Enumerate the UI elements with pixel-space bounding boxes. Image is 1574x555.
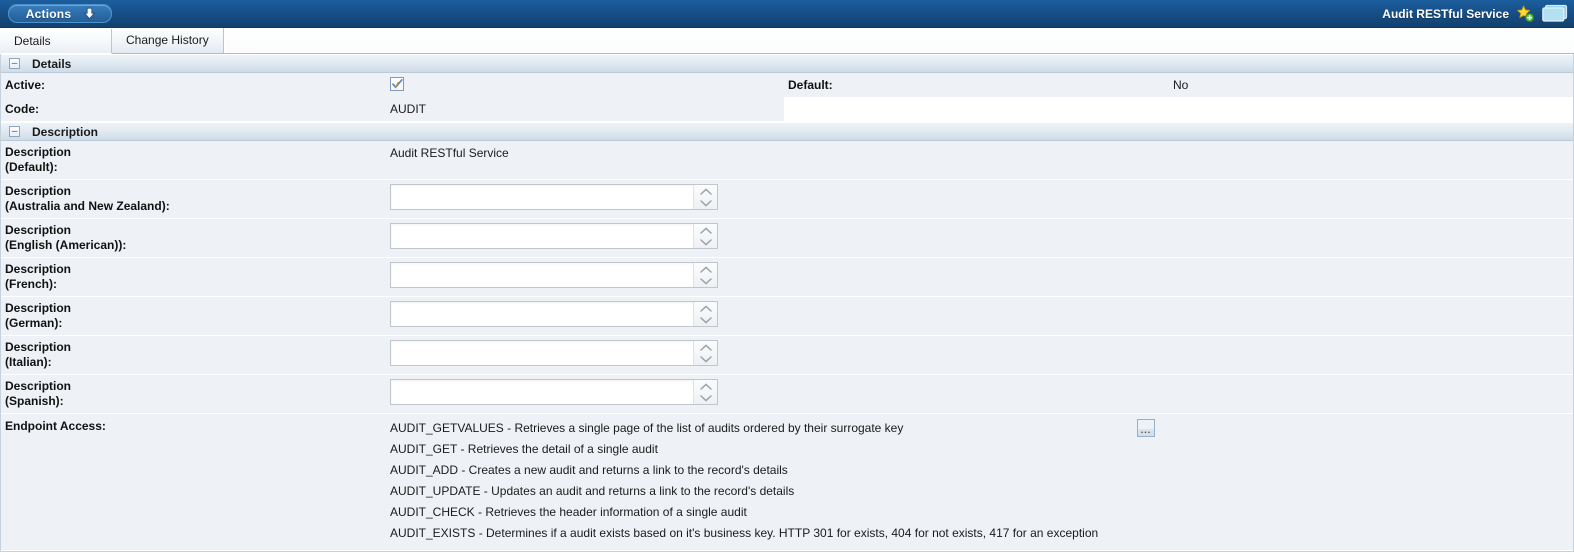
description-en-us-input-wrap <box>390 223 718 249</box>
arrow-down-icon <box>83 7 96 20</box>
description-italian-input-wrap <box>390 340 718 366</box>
description-french-input-wrap <box>390 262 718 288</box>
tab-filler <box>224 28 1574 53</box>
chevron-up-icon <box>699 187 712 195</box>
top-toolbar: Actions Audit RESTful Service <box>0 0 1574 28</box>
endpoint-line: AUDIT_ADD - Creates a new audit and retu… <box>390 463 788 477</box>
details-form: – Details Active: Default: No Code: AUDI… <box>0 54 1574 551</box>
row-description-german: Description (German): <box>1 297 1573 336</box>
ellipsis-icon: ... <box>1140 425 1152 435</box>
description-french-value-cell <box>390 258 1573 296</box>
description-spanish-label: Description (Spanish): <box>5 379 72 408</box>
description-default-label: Description (Default): <box>5 145 72 174</box>
description-anz-value-cell <box>390 180 1573 218</box>
endpoint-lookup-cell: ... <box>1137 414 1573 550</box>
tab-change-history-label: Change History <box>126 33 209 47</box>
row-code: Code: AUDIT <box>1 97 1573 122</box>
description-en-us-input[interactable] <box>391 224 694 248</box>
endpoint-line: AUDIT_GET - Retrieves the detail of a si… <box>390 442 658 456</box>
page-title: Audit RESTful Service <box>1382 6 1509 21</box>
section-title-description: Description <box>32 124 99 139</box>
description-french-label: Description (French): <box>5 262 72 291</box>
code-label: Code: <box>1 97 390 121</box>
endpoint-lookup-button[interactable]: ... <box>1137 419 1155 437</box>
default-value: No <box>1173 73 1573 97</box>
description-french-spinner[interactable] <box>693 263 717 287</box>
chevron-up-icon <box>699 226 712 234</box>
actions-button[interactable]: Actions <box>8 4 112 23</box>
row-description-french: Description (French): <box>1 258 1573 297</box>
description-anz-input[interactable] <box>391 185 694 209</box>
section-header-details: – Details <box>1 54 1573 73</box>
description-en-us-spinner[interactable] <box>693 224 717 248</box>
description-spanish-input-wrap <box>390 379 718 405</box>
description-german-input[interactable] <box>391 302 694 326</box>
row-endpoint-access: Endpoint Access: AUDIT_GETVALUES - Retri… <box>1 414 1573 551</box>
chevron-down-icon <box>699 394 712 402</box>
tab-details-label: Details <box>14 34 51 48</box>
row-description-spanish: Description (Spanish): <box>1 375 1573 414</box>
chevron-down-icon <box>699 199 712 207</box>
chevron-down-icon <box>699 277 712 285</box>
chevron-down-icon <box>699 238 712 246</box>
endpoint-access-list: AUDIT_GETVALUES - Retrieves a single pag… <box>390 414 1137 550</box>
chevron-up-icon <box>699 382 712 390</box>
endpoint-line: AUDIT_EXISTS - Determines if a audit exi… <box>390 526 1099 540</box>
code-value: AUDIT <box>390 97 784 121</box>
section-title-details: Details <box>32 56 72 71</box>
description-anz-label: Description (Australia and New Zealand): <box>5 184 170 213</box>
row-description-default: Description (Default): Audit RESTful Ser… <box>1 141 1573 180</box>
description-italian-value-cell <box>390 336 1573 374</box>
active-label: Active: <box>1 73 390 97</box>
code-row-filler <box>784 97 1573 121</box>
active-checkbox[interactable] <box>390 77 404 91</box>
default-field-area: Default: No <box>784 73 1573 97</box>
collapse-description-icon[interactable]: – <box>9 126 20 137</box>
chevron-up-icon <box>699 265 712 273</box>
description-german-label: Description (German): <box>5 301 72 330</box>
form-bottom-edge <box>0 551 1574 555</box>
description-spanish-spinner[interactable] <box>693 380 717 404</box>
tab-change-history[interactable]: Change History <box>112 28 224 53</box>
endpoint-line: AUDIT_UPDATE - Updates an audit and retu… <box>390 484 795 498</box>
description-default-value: Audit RESTful Service <box>390 146 509 160</box>
description-italian-label: Description (Italian): <box>5 340 72 369</box>
chevron-up-icon <box>699 343 712 351</box>
row-active-default: Active: Default: No <box>1 73 1573 97</box>
endpoint-access-label: Endpoint Access: <box>5 419 106 433</box>
tab-bar: Details Change History <box>0 28 1574 54</box>
chevron-down-icon <box>699 316 712 324</box>
description-italian-input[interactable] <box>391 341 694 365</box>
description-italian-spinner[interactable] <box>693 341 717 365</box>
chevron-up-icon <box>699 304 712 312</box>
description-anz-input-wrap <box>390 184 718 210</box>
top-toolbar-right: Audit RESTful Service <box>1382 4 1568 23</box>
row-description-en-us: Description (English (American)): <box>1 219 1573 258</box>
tab-details[interactable]: Details <box>0 29 112 54</box>
description-german-input-wrap <box>390 301 718 327</box>
description-french-input[interactable] <box>391 263 694 287</box>
description-anz-spinner[interactable] <box>693 185 717 209</box>
description-spanish-value-cell <box>390 375 1573 413</box>
row-description-italian: Description (Italian): <box>1 336 1573 375</box>
star-add-icon[interactable] <box>1516 5 1535 23</box>
endpoint-line: AUDIT_GETVALUES - Retrieves a single pag… <box>390 421 904 435</box>
description-en-us-value-cell <box>390 219 1573 257</box>
endpoint-line: AUDIT_CHECK - Retrieves the header infor… <box>390 505 747 519</box>
description-en-us-label: Description (English (American)): <box>5 223 127 252</box>
chevron-down-icon <box>699 355 712 363</box>
description-spanish-input[interactable] <box>391 380 694 404</box>
check-icon <box>391 79 403 89</box>
section-header-description: – Description <box>1 122 1573 141</box>
active-value-cell <box>390 73 784 97</box>
row-description-anz: Description (Australia and New Zealand): <box>1 180 1573 219</box>
description-german-value-cell <box>390 297 1573 335</box>
actions-button-label: Actions <box>25 6 72 21</box>
collapse-details-icon[interactable]: – <box>9 58 20 69</box>
window-icon[interactable] <box>1542 4 1568 23</box>
description-german-spinner[interactable] <box>693 302 717 326</box>
default-label: Default: <box>784 73 1173 97</box>
